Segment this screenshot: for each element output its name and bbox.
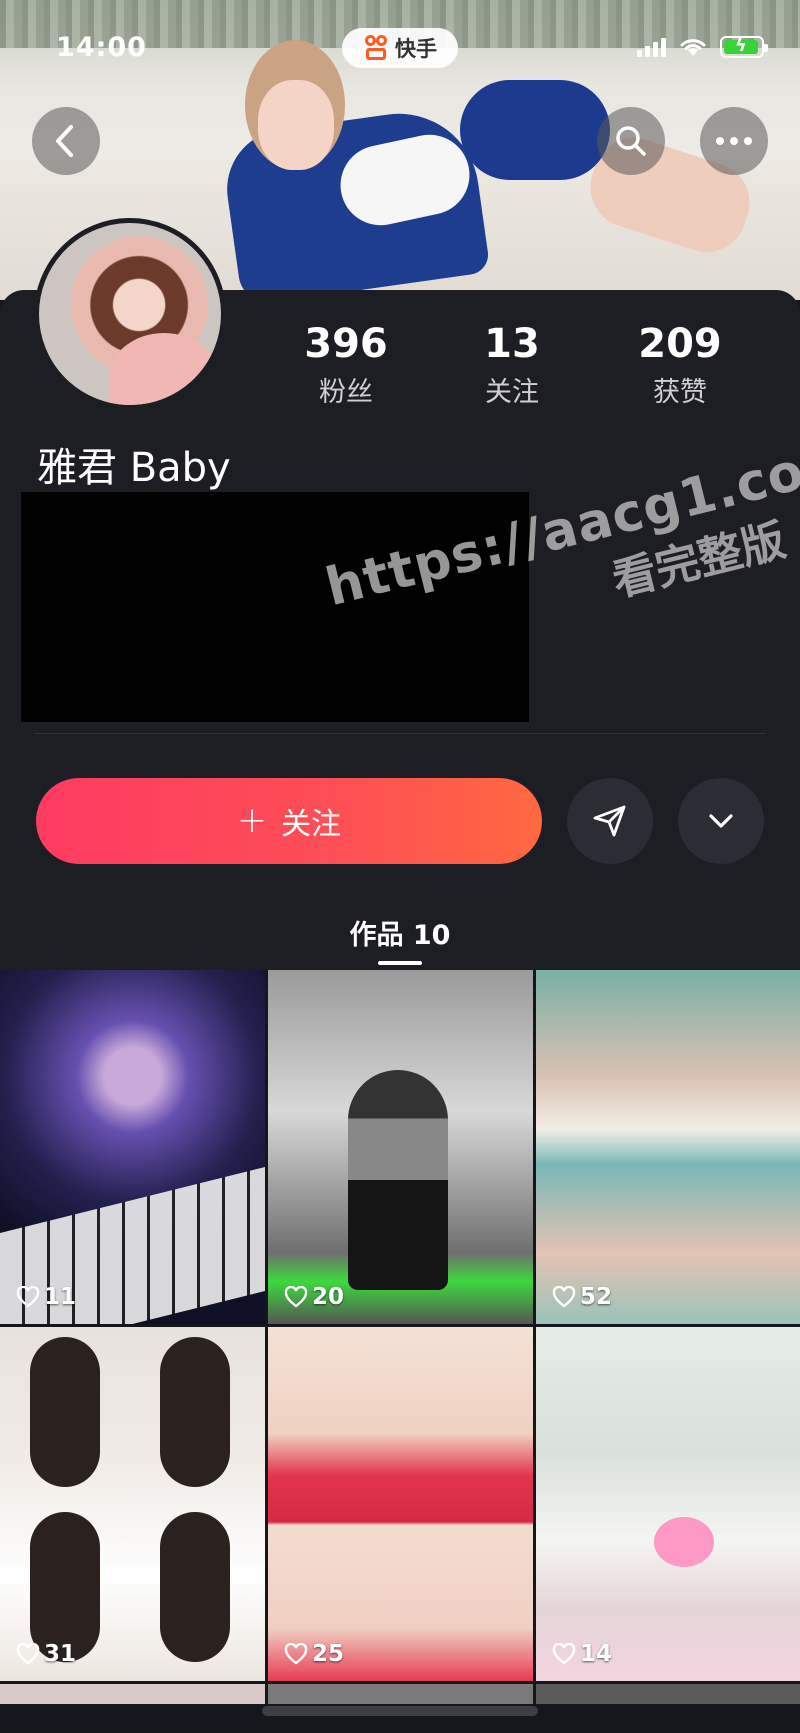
thumbnail-heart-decoration <box>654 1517 714 1567</box>
avatar[interactable] <box>34 218 226 410</box>
like-count: 25 <box>284 1641 344 1667</box>
like-count: 20 <box>284 1284 344 1310</box>
video-thumbnail[interactable]: 52 <box>536 970 800 1324</box>
chevron-left-icon <box>56 125 73 157</box>
heart-outline-icon <box>552 1286 576 1308</box>
stat-followers[interactable]: 396 粉丝 <box>276 320 416 409</box>
stat-following[interactable]: 13 关注 <box>442 320 582 409</box>
follow-button[interactable]: + 关注 <box>36 778 542 864</box>
video-thumbnail[interactable]: 11 <box>0 970 265 1324</box>
cellular-signal-icon <box>637 37 666 57</box>
more-dots-icon <box>716 137 752 145</box>
stat-following-value: 13 <box>484 321 540 367</box>
heart-outline-icon <box>284 1643 308 1665</box>
like-count-value: 14 <box>580 1641 613 1667</box>
send-paper-plane-icon <box>593 805 626 837</box>
stat-likes[interactable]: 209 获赞 <box>610 320 750 409</box>
like-count-value: 11 <box>44 1284 77 1310</box>
profile-divider <box>34 733 766 734</box>
cover-figure-shorts <box>460 80 610 180</box>
cover-figure-face <box>258 80 334 170</box>
video-thumbnail[interactable]: 14 <box>536 1327 800 1681</box>
wifi-icon <box>680 39 706 56</box>
heart-outline-icon <box>16 1286 40 1308</box>
app-badge: 快手 <box>342 28 458 68</box>
follow-button-label: 关注 <box>281 807 342 842</box>
back-button[interactable] <box>32 107 100 175</box>
like-count: 14 <box>552 1641 612 1667</box>
like-count-value: 25 <box>312 1641 345 1667</box>
content-tabs: 作品 10 <box>0 905 800 967</box>
like-count: 31 <box>16 1641 76 1667</box>
like-count-value: 31 <box>44 1641 77 1667</box>
app-name: 快手 <box>395 37 437 61</box>
battery-charging-icon: ϟ <box>720 35 768 58</box>
like-count-value: 52 <box>580 1284 613 1310</box>
stat-likes-value: 209 <box>638 321 722 367</box>
kuaishou-logo-icon <box>363 35 389 61</box>
video-thumbnail[interactable]: 31 <box>0 1327 265 1681</box>
profile-username: 雅君 Baby <box>37 445 231 491</box>
heart-outline-icon <box>552 1643 576 1665</box>
status-time: 14:00 <box>56 32 147 63</box>
video-thumbnail-partial[interactable] <box>536 1684 800 1704</box>
tab-works[interactable]: 作品 10 <box>0 913 800 952</box>
chevron-down-icon <box>709 814 733 828</box>
thumbnail-figure <box>348 1070 448 1290</box>
like-count: 11 <box>16 1284 76 1310</box>
heart-outline-icon <box>16 1643 40 1665</box>
system-icons: ϟ <box>637 35 768 58</box>
expand-recommendations-button[interactable] <box>678 778 764 864</box>
stat-following-label: 关注 <box>485 377 539 408</box>
video-thumbnail-partial[interactable] <box>0 1684 265 1704</box>
search-button[interactable] <box>597 107 665 175</box>
status-bar: 14:00 快手 ϟ <box>0 28 800 72</box>
video-thumbnail[interactable]: 20 <box>268 970 533 1324</box>
stat-followers-label: 粉丝 <box>319 377 373 408</box>
home-indicator[interactable] <box>262 1706 538 1716</box>
search-icon <box>616 126 646 156</box>
video-thumbnail[interactable]: 25 <box>268 1327 533 1681</box>
heart-outline-icon <box>284 1286 308 1308</box>
video-thumbnail-partial[interactable] <box>268 1684 533 1704</box>
plus-icon: + <box>236 800 268 841</box>
stat-likes-label: 获赞 <box>653 377 707 408</box>
stat-followers-value: 396 <box>304 321 388 367</box>
tab-active-indicator <box>378 961 422 965</box>
like-count: 52 <box>552 1284 612 1310</box>
like-count-value: 20 <box>312 1284 345 1310</box>
more-options-button[interactable] <box>700 107 768 175</box>
share-button[interactable] <box>567 778 653 864</box>
